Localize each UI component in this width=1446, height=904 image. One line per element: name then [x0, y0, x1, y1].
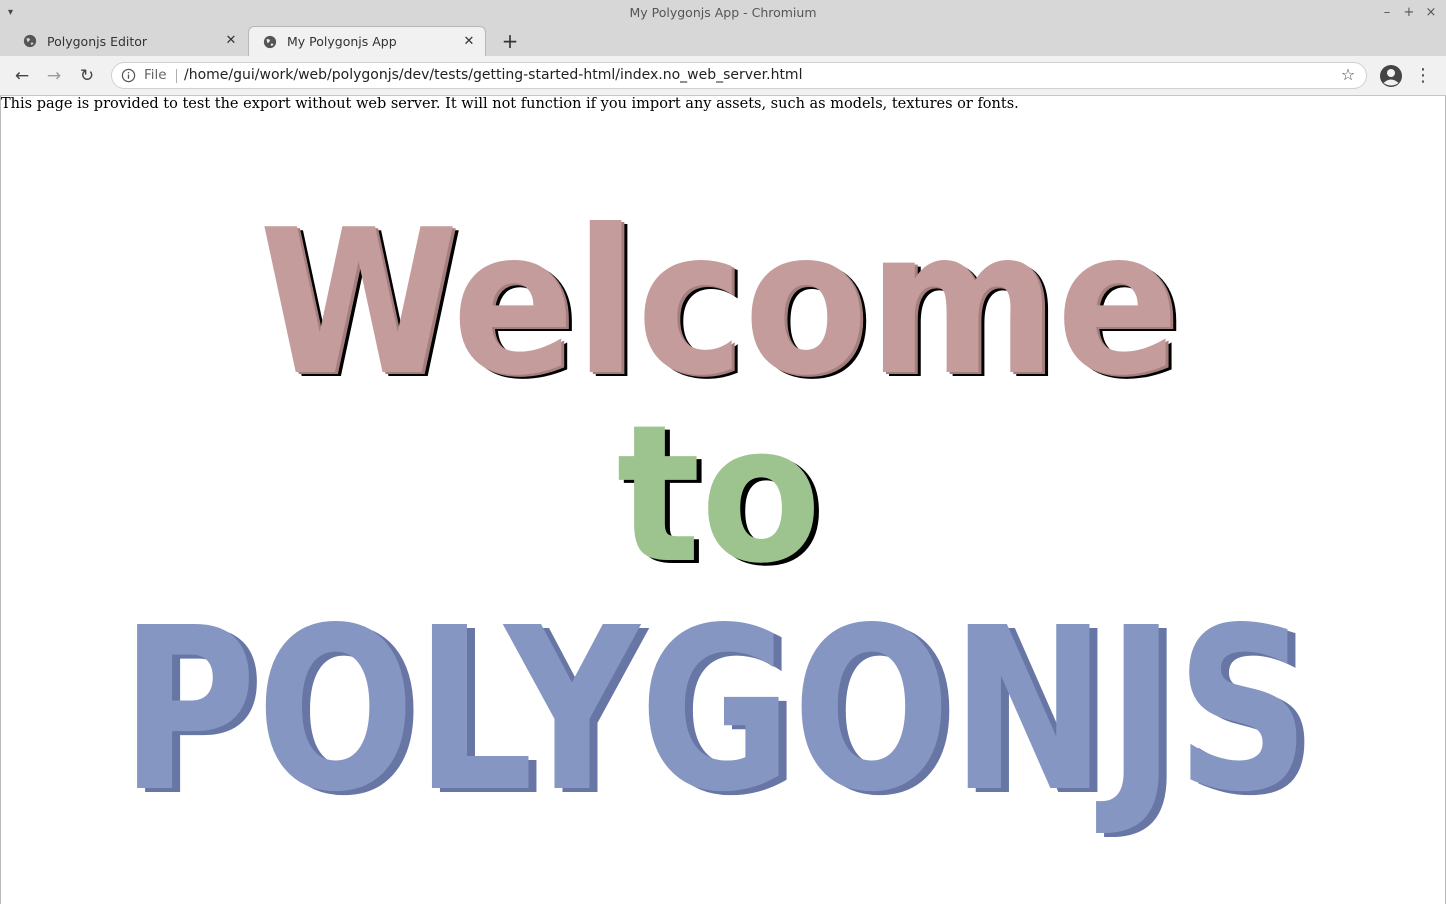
window-controls: – + × — [1376, 3, 1442, 23]
close-window-icon[interactable]: × — [1420, 3, 1442, 23]
info-icon[interactable] — [121, 68, 136, 83]
reload-icon: ↻ — [79, 66, 95, 86]
arrow-left-icon: ← — [14, 66, 30, 86]
scene-word-to: to — [617, 384, 822, 605]
window-titlebar: ▾ My Polygonjs App - Chromium – + × — [0, 0, 1446, 26]
minimize-icon[interactable]: – — [1376, 3, 1398, 23]
arrow-right-icon: → — [46, 66, 62, 86]
page-content: This page is provided to test the export… — [0, 96, 1446, 904]
close-icon[interactable]: ✕ — [461, 34, 477, 50]
window-title: My Polygonjs App - Chromium — [629, 5, 817, 20]
address-bar[interactable]: File /home/gui/work/web/polygonjs/dev/te… — [111, 62, 1367, 89]
forward-button[interactable]: → — [42, 64, 66, 88]
browser-toolbar: ← → ↻ File /home/gui/work/web/polygonjs/… — [0, 56, 1446, 96]
close-icon[interactable]: ✕ — [223, 33, 239, 49]
reload-button[interactable]: ↻ — [75, 64, 99, 88]
tab-my-polygonjs-app[interactable]: My Polygonjs App ✕ — [248, 26, 486, 56]
plus-icon: + — [501, 29, 519, 53]
scheme-label: File — [144, 67, 167, 83]
profile-icon[interactable] — [1379, 64, 1403, 88]
globe-icon — [263, 35, 277, 48]
new-tab-button[interactable]: + — [500, 31, 520, 51]
tab-label: My Polygonjs App — [287, 34, 397, 49]
three-dots-icon[interactable]: ⋮ — [1413, 64, 1433, 88]
back-button[interactable]: ← — [10, 64, 34, 88]
separator — [176, 69, 177, 83]
tab-strip: Polygonjs Editor ✕ My Polygonjs App ✕ + — [0, 26, 1446, 56]
scene-word-polygonjs: POLYGONJS — [120, 580, 1310, 842]
url-text[interactable]: /home/gui/work/web/polygonjs/dev/tests/g… — [184, 63, 802, 88]
tab-label: Polygonjs Editor — [47, 33, 148, 49]
globe-icon — [23, 34, 37, 48]
tab-polygonjs-editor[interactable]: Polygonjs Editor ✕ — [9, 26, 247, 56]
maximize-icon[interactable]: + — [1398, 3, 1420, 23]
star-icon[interactable]: ☆ — [1338, 65, 1358, 85]
3d-scene-canvas[interactable]: Welcome Welcome Welcome to to POLYGONJS … — [1, 96, 1446, 904]
